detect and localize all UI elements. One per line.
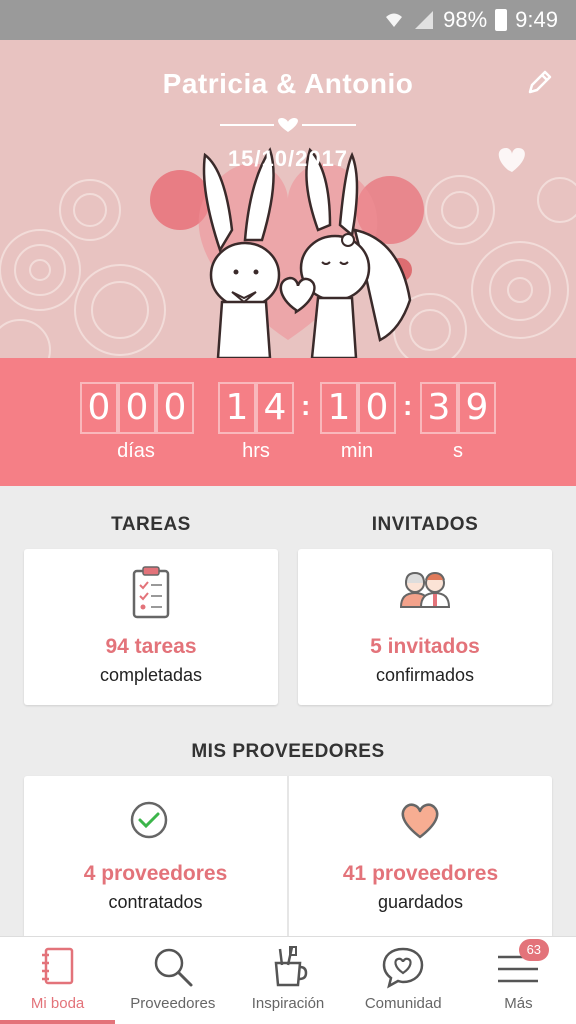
guests-couple-icon — [399, 571, 451, 608]
saved-caption: guardados — [377, 892, 464, 912]
tasks-heading: TAREAS — [111, 514, 191, 535]
heart-divider — [220, 118, 356, 132]
battery-icon — [495, 9, 508, 31]
tasks-count: 94 tareas — [105, 635, 197, 658]
hired-providers[interactable]: 4 proveedores contratados — [24, 776, 287, 936]
tasks-caption: completadas — [99, 665, 203, 685]
search-icon — [154, 948, 193, 987]
wedding-date: 15/10/2017 — [227, 146, 349, 171]
nav-label: Mi boda — [30, 995, 85, 1012]
nav-mas[interactable]: 63 Más — [461, 937, 576, 1024]
seconds-digit: 9 — [458, 382, 496, 434]
check-circle-icon — [130, 801, 168, 839]
providers-card: 4 proveedores contratados 41 proveedores… — [24, 776, 552, 936]
guests-heading: INVITADOS — [371, 514, 479, 535]
days-digit: 0 — [118, 382, 156, 434]
days-digit: 0 — [156, 382, 194, 434]
minutes-digit: 1 — [320, 382, 358, 434]
wifi-icon — [386, 13, 403, 27]
nav-label: Más — [504, 995, 533, 1012]
nav-mi-boda[interactable]: Mi boda — [0, 937, 116, 1024]
days-label: días — [117, 440, 155, 462]
signal-icon — [415, 11, 434, 29]
colon-separator: : — [301, 390, 311, 421]
guests-count: 5 invitados — [370, 635, 480, 658]
chat-heart-icon — [382, 947, 424, 989]
nav-label: Comunidad — [364, 995, 442, 1012]
tasks-card[interactable]: 94 tareas completadas — [24, 549, 278, 705]
guests-caption: confirmados — [375, 665, 475, 685]
bottom-navigation: Mi boda Proveedores Inspiración Comunida… — [0, 936, 576, 1024]
clipboard-checklist-icon — [132, 566, 170, 619]
nav-label: Proveedores — [130, 995, 216, 1012]
couple-names: Patricia & Antonio — [162, 68, 414, 99]
wedding-header: Patricia & Antonio 15/10/2017 — [0, 40, 576, 358]
hired-count: 4 proveedores — [83, 862, 228, 885]
nav-comunidad[interactable]: Comunidad — [346, 937, 461, 1024]
hours-digit: 4 — [256, 382, 294, 434]
days-digit: 0 — [80, 382, 118, 434]
heart-icon — [401, 803, 439, 839]
notebook-icon — [41, 947, 73, 985]
providers-heading: MIS PROVEEDORES — [191, 741, 385, 762]
saved-count: 41 proveedores — [342, 862, 499, 885]
saved-providers[interactable]: 41 proveedores guardados — [289, 776, 552, 936]
nav-proveedores[interactable]: Proveedores — [115, 937, 230, 1024]
seconds-digit: 3 — [420, 382, 458, 434]
countdown: 0 0 0 1 4 : 1 0 : 3 9 días hrs min s — [0, 358, 576, 486]
battery-percent: 98% — [443, 7, 488, 32]
colon-separator: : — [403, 390, 413, 421]
status-bar: 98% 9:49 — [0, 0, 576, 40]
seconds-label: s — [453, 440, 463, 462]
notification-badge: 63 — [518, 939, 549, 961]
brush-cup-icon — [274, 946, 308, 987]
nav-inspiracion[interactable]: Inspiración — [230, 937, 345, 1024]
nav-label: Inspiración — [251, 995, 325, 1012]
status-time: 9:49 — [515, 7, 558, 32]
hired-caption: contratados — [108, 892, 203, 912]
countdown-digits: 0 0 0 1 4 : 1 0 : 3 9 — [0, 382, 576, 434]
hours-digit: 1 — [218, 382, 256, 434]
guests-card[interactable]: 5 invitados confirmados — [298, 549, 552, 705]
pencil-icon[interactable] — [524, 68, 554, 98]
minutes-digit: 0 — [358, 382, 396, 434]
